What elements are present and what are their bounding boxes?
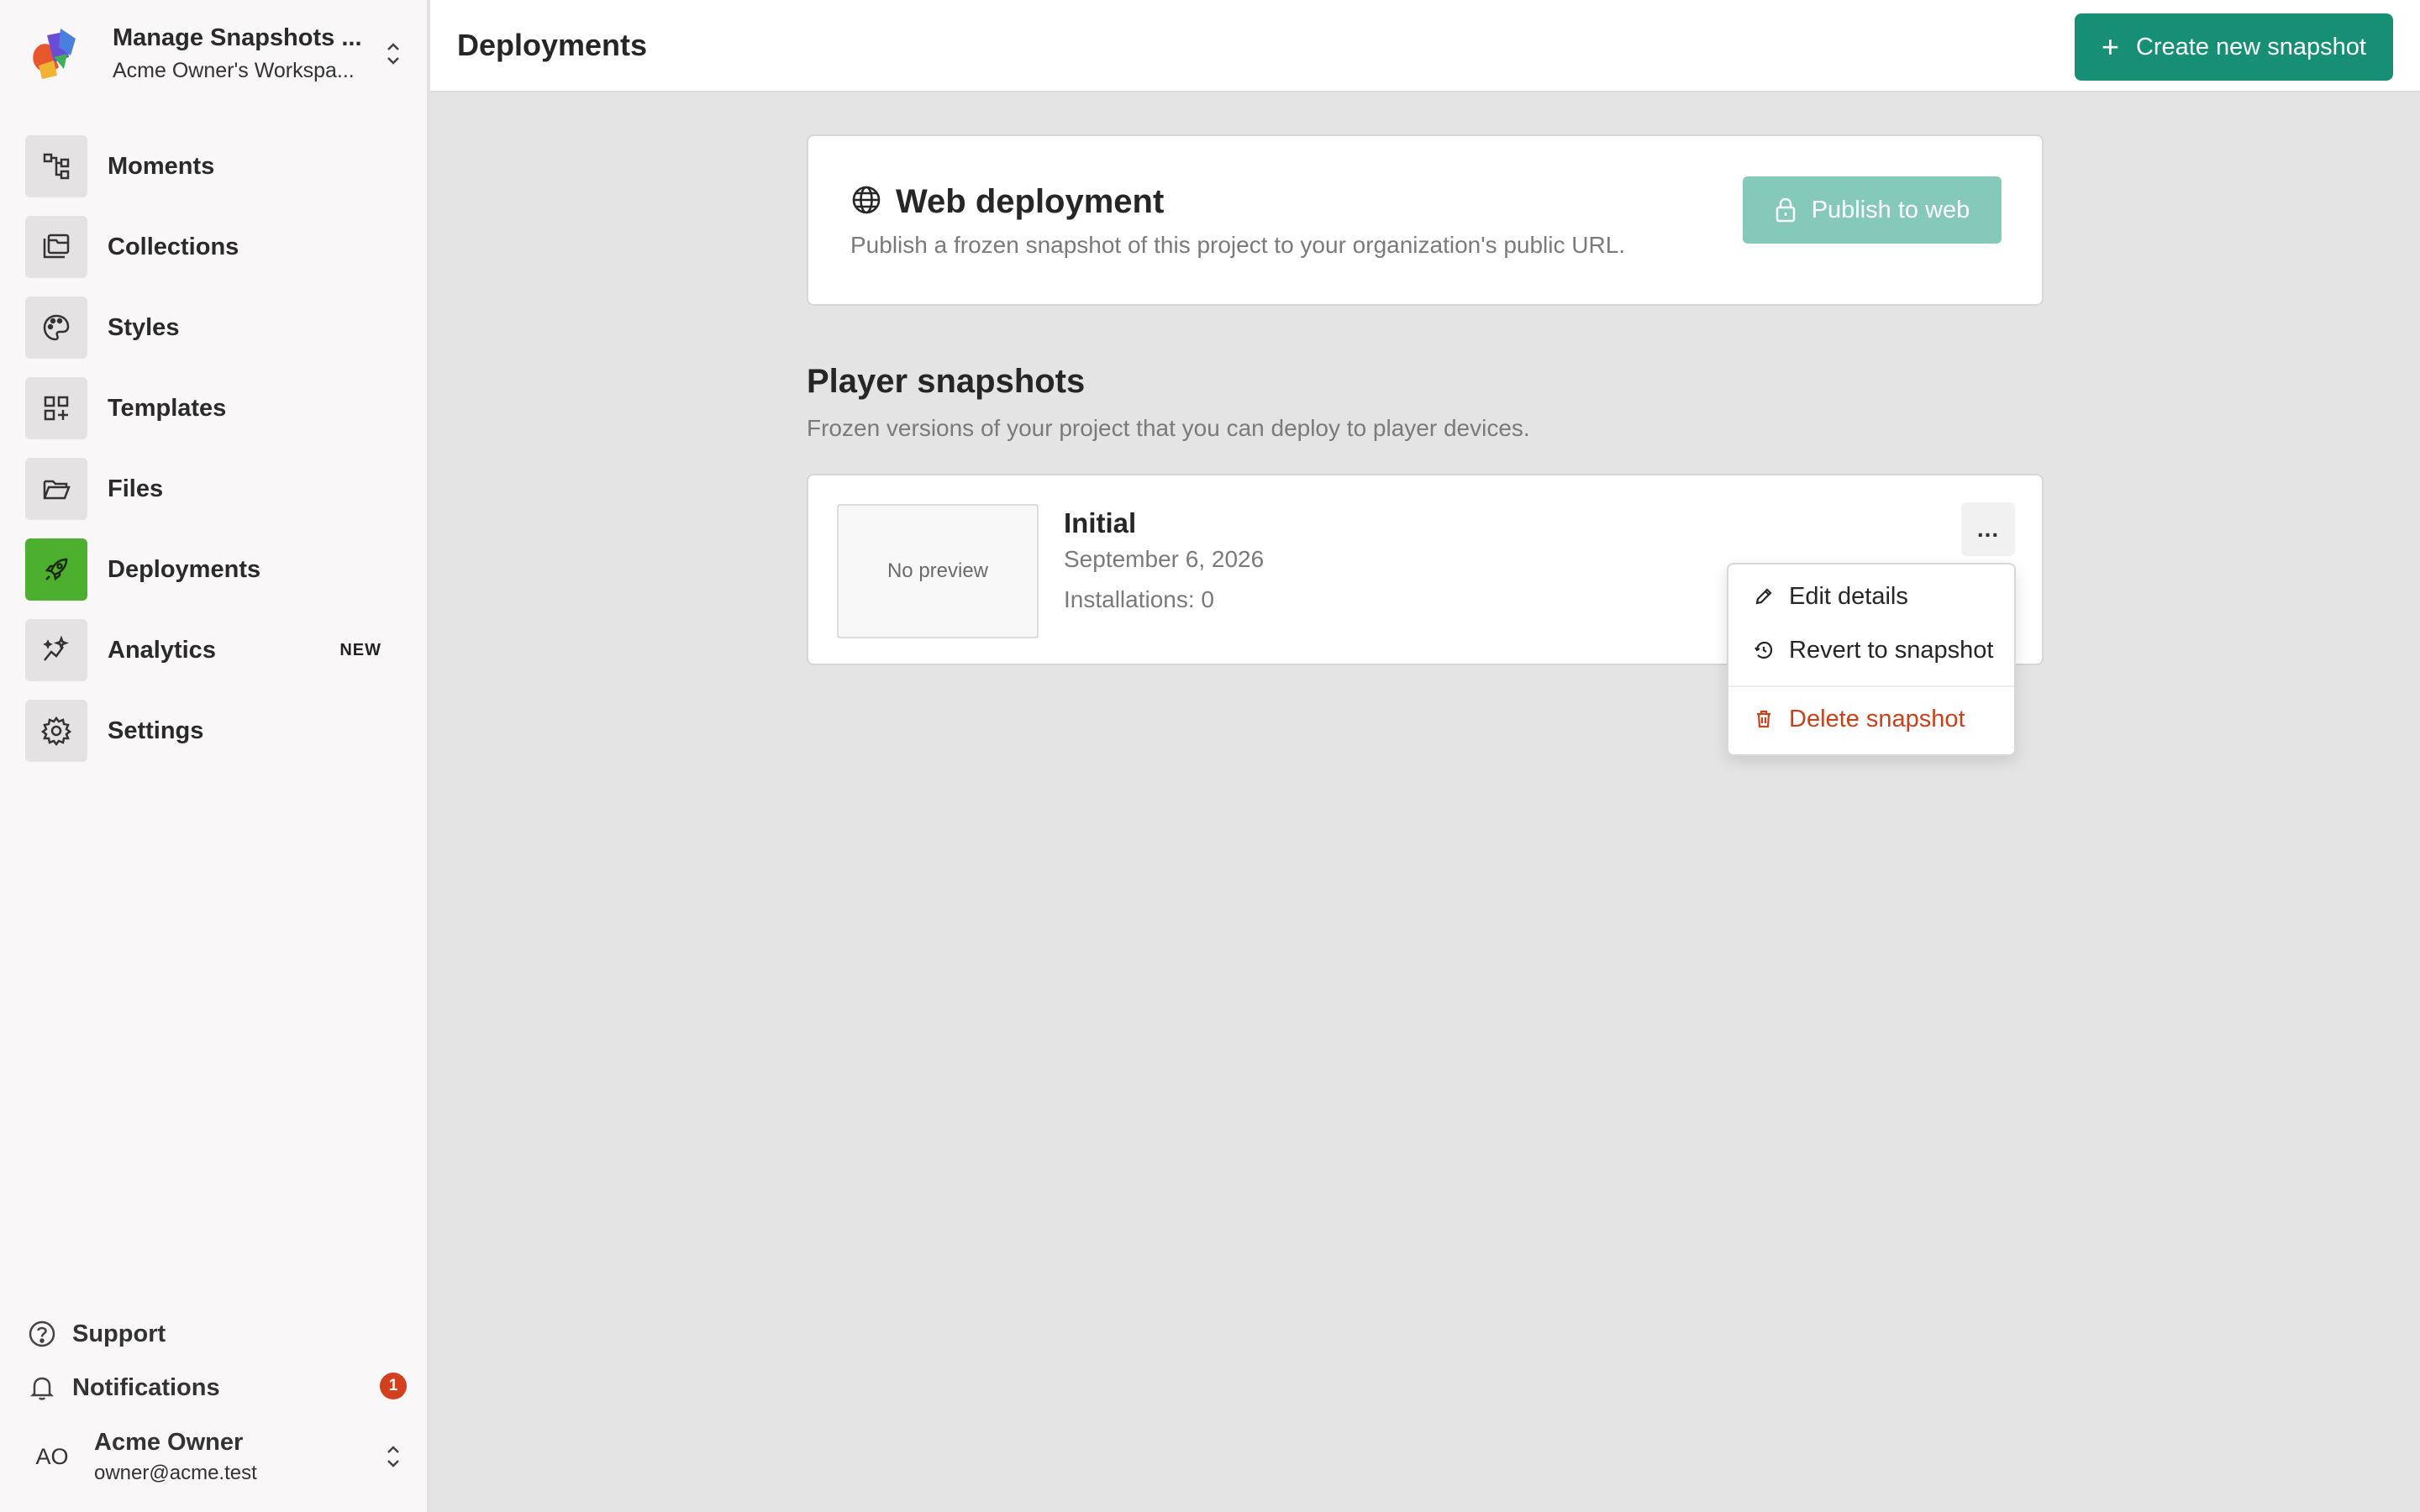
notifications-link[interactable]: Notifications 1 [25, 1361, 412, 1415]
sidebar-item-label: Styles [108, 313, 180, 341]
avatar: AO [35, 1443, 69, 1469]
support-label: Support [72, 1320, 166, 1347]
ellipsis-icon: ... [1976, 516, 2000, 542]
sidebar-item-settings[interactable]: Settings [25, 690, 403, 771]
sidebar-item-deployments[interactable]: Deployments [25, 529, 403, 610]
publish-to-web-button[interactable]: Publish to web [1743, 176, 2002, 244]
menu-item-label: Delete snapshot [1789, 705, 1965, 732]
sidebar-item-label: Files [108, 475, 164, 502]
web-deployment-card: Web deployment Publish a frozen snapshot… [807, 134, 2044, 306]
sidebar-item-label: Deployments [108, 555, 261, 583]
sidebar-item-analytics[interactable]: Analytics NEW [25, 610, 403, 690]
help-circle-icon [25, 1317, 59, 1351]
menu-item-revert-to-snapshot[interactable]: Revert to snapshot [1728, 627, 2014, 674]
sidebar-nav: Moments Collections Styles Templates Fil… [25, 126, 403, 771]
sidebar-item-label: Settings [108, 717, 204, 744]
sidebar-item-label: Moments [108, 152, 215, 180]
plus-icon: + [2101, 29, 2119, 64]
player-snapshots-title: Player snapshots [807, 363, 1086, 400]
web-deployment-header: Web deployment [850, 183, 1164, 221]
pencil-icon [1752, 585, 1776, 608]
chevron-up-down-icon [383, 37, 403, 71]
web-deployment-title: Web deployment [896, 183, 1165, 220]
lock-icon [1775, 197, 1797, 223]
globe-icon [850, 184, 882, 220]
sidebar-item-styles[interactable]: Styles [25, 287, 403, 368]
create-snapshot-label: Create new snapshot [2135, 33, 2366, 60]
top-bar: Deployments + Create new snapshot [430, 0, 2420, 92]
menu-divider [1728, 685, 2014, 687]
sidebar: Manage Snapshots ... Acme Owner's Worksp… [0, 0, 429, 1512]
notifications-label: Notifications [72, 1373, 220, 1401]
project-name: Manage Snapshots ... [113, 24, 362, 51]
gear-icon [25, 700, 87, 762]
menu-item-label: Edit details [1789, 582, 1908, 610]
page-title: Deployments [457, 28, 648, 62]
rocket-icon [25, 538, 87, 601]
new-badge: NEW [339, 640, 381, 659]
menu-item-delete-snapshot[interactable]: Delete snapshot [1728, 696, 2014, 743]
notification-count-badge: 1 [380, 1373, 407, 1399]
history-icon [1752, 638, 1776, 662]
chevron-up-down-icon [383, 1440, 403, 1473]
sidebar-item-label: Collections [108, 233, 239, 260]
web-deployment-description: Publish a frozen snapshot of this projec… [850, 232, 1626, 258]
analytics-icon [25, 619, 87, 681]
sidebar-footer-links: Support Notifications 1 [25, 1307, 412, 1415]
sidebar-item-moments[interactable]: Moments [25, 126, 403, 207]
workspace-text: Manage Snapshots ... Acme Owner's Worksp… [113, 24, 368, 83]
player-snapshots-description: Frozen versions of your project that you… [807, 415, 1530, 441]
sidebar-item-templates[interactable]: Templates [25, 368, 403, 449]
menu-item-edit-details[interactable]: Edit details [1728, 573, 2014, 620]
snapshot-name: Initial [1064, 507, 1137, 538]
snapshot-date: September 6, 2026 [1064, 546, 1265, 572]
folder-icon [25, 458, 87, 520]
palette-icon [25, 297, 87, 359]
more-options-button[interactable]: ... [1961, 502, 2015, 556]
moments-icon [25, 135, 87, 197]
app-logo [25, 24, 86, 84]
collections-icon [25, 216, 87, 278]
trash-icon [1752, 707, 1776, 731]
workspace-name: Acme Owner's Workspa... [113, 59, 355, 82]
support-link[interactable]: Support [25, 1307, 412, 1361]
snapshot-actions-menu: Edit details Revert to snapshot Delete s… [1727, 563, 2016, 756]
publish-to-web-label: Publish to web [1811, 196, 1970, 223]
workspace-switcher[interactable]: Manage Snapshots ... Acme Owner's Worksp… [25, 18, 403, 89]
create-snapshot-button[interactable]: + Create new snapshot [2074, 13, 2393, 81]
bell-icon [25, 1371, 59, 1404]
sidebar-item-files[interactable]: Files [25, 449, 403, 529]
sidebar-item-label: Analytics [108, 636, 216, 664]
user-email: owner@acme.test [94, 1461, 257, 1484]
user-info: Acme Owner owner@acme.test [94, 1429, 368, 1485]
snapshot-preview: No preview [837, 504, 1039, 638]
snapshot-installations: Installations: 0 [1064, 586, 1214, 612]
menu-item-label: Revert to snapshot [1789, 636, 1994, 664]
sidebar-item-label: Templates [108, 394, 227, 422]
user-menu[interactable]: AO Acme Owner owner@acme.test [25, 1421, 403, 1492]
sidebar-item-collections[interactable]: Collections [25, 207, 403, 287]
templates-icon [25, 377, 87, 439]
user-name: Acme Owner [94, 1428, 244, 1456]
